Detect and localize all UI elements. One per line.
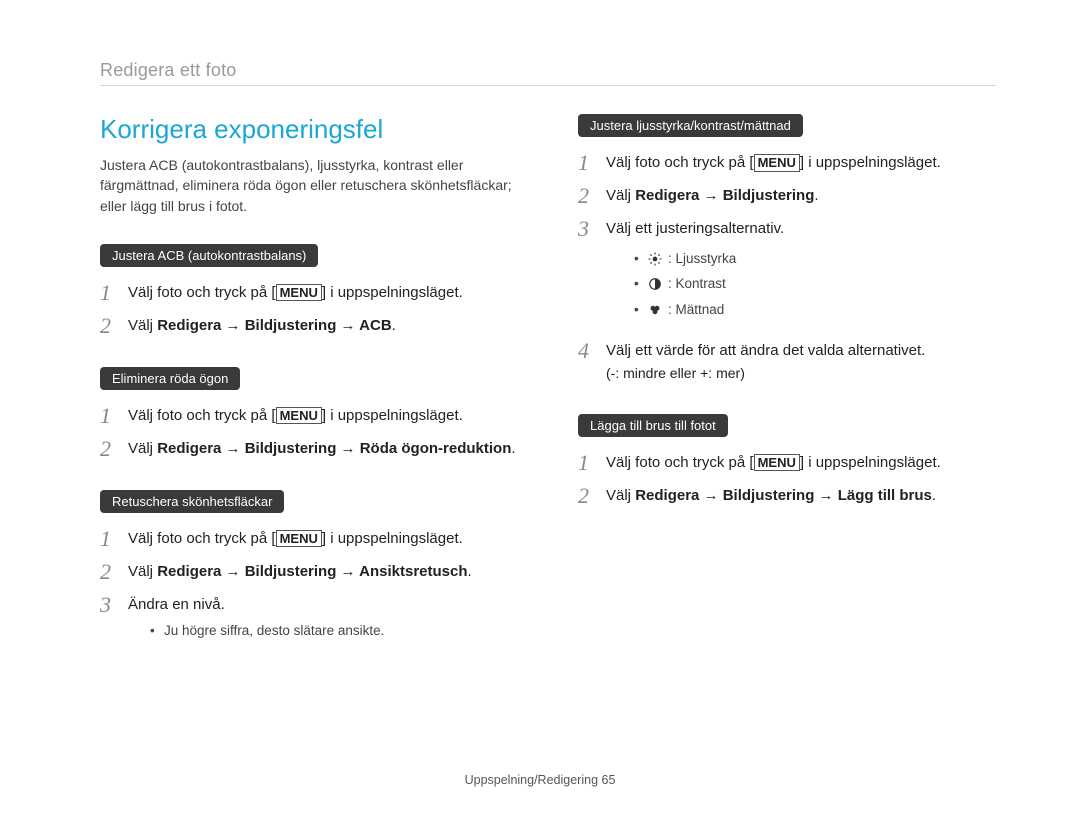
- step-number: 2: [578, 184, 596, 207]
- step-number: 1: [100, 527, 118, 550]
- menu-button-label: MENU: [276, 284, 322, 302]
- menu-button-label: MENU: [754, 454, 800, 472]
- step-text: Välj Redigera → Bildjustering → ACB.: [128, 314, 396, 337]
- steps-adjust: 1 Välj foto och tryck på [MENU] i uppspe…: [578, 151, 996, 384]
- menu-button-label: MENU: [276, 530, 322, 548]
- step-number: 1: [578, 451, 596, 474]
- bullet-contrast: : Kontrast: [634, 271, 784, 297]
- step: 3 Ändra en nivå. Ju högre siffra, desto …: [100, 593, 518, 649]
- breadcrumb: Redigera ett foto: [100, 60, 236, 80]
- two-column-layout: Korrigera exponeringsfel Justera ACB (au…: [100, 114, 996, 659]
- step-subnote: (-: mindre eller +: mer): [606, 363, 925, 383]
- step: 1 Välj foto och tryck på [MENU] i uppspe…: [100, 527, 518, 550]
- step: 1 Välj foto och tryck på [MENU] i uppspe…: [578, 151, 996, 174]
- steps-noise: 1 Välj foto och tryck på [MENU] i uppspe…: [578, 451, 996, 507]
- footer-section: Uppspelning/Redigering: [465, 773, 602, 787]
- step: 2 Välj Redigera → Bildjustering → Röda ö…: [100, 437, 518, 460]
- icon-bullets: : Ljusstyrka : Kontrast: [606, 246, 784, 323]
- page: Redigera ett foto Korrigera exponeringsf…: [0, 0, 1080, 815]
- saturation-icon: [648, 303, 662, 317]
- pill-redeye: Eliminera röda ögon: [100, 367, 240, 390]
- step-text: Välj ett värde för att ändra det valda a…: [606, 339, 925, 384]
- step-text: Välj foto och tryck på [MENU] i uppspeln…: [128, 281, 463, 304]
- step-number: 2: [100, 314, 118, 337]
- step-text: Välj Redigera → Bildjustering → Röda ögo…: [128, 437, 516, 460]
- menu-button-label: MENU: [276, 407, 322, 425]
- step-number: 1: [578, 151, 596, 174]
- step: 2 Välj Redigera → Bildjustering.: [578, 184, 996, 207]
- menu-button-label: MENU: [754, 154, 800, 172]
- bullet-brightness: : Ljusstyrka: [634, 246, 784, 272]
- steps-acb: 1 Välj foto och tryck på [MENU] i uppspe…: [100, 281, 518, 337]
- step: 1 Välj foto och tryck på [MENU] i uppspe…: [100, 404, 518, 427]
- section-intro: Justera ACB (autokontrastbalans), ljusst…: [100, 155, 518, 216]
- sub-bullets: Ju högre siffra, desto slätare ansikte.: [128, 620, 384, 643]
- step-number: 3: [578, 217, 596, 240]
- step-number: 1: [100, 404, 118, 427]
- step: 1 Välj foto och tryck på [MENU] i uppspe…: [100, 281, 518, 304]
- step: 3 Välj ett justeringsalternativ. : Ljuss…: [578, 217, 996, 329]
- pill-noise: Lägga till brus till fotot: [578, 414, 728, 437]
- step-number: 2: [578, 484, 596, 507]
- steps-redeye: 1 Välj foto och tryck på [MENU] i uppspe…: [100, 404, 518, 460]
- step: 2 Välj Redigera → Bildjustering → ACB.: [100, 314, 518, 337]
- step-number: 4: [578, 339, 596, 362]
- section-title: Korrigera exponeringsfel: [100, 114, 518, 145]
- pill-acb: Justera ACB (autokontrastbalans): [100, 244, 318, 267]
- bullet-item: Ju högre siffra, desto slätare ansikte.: [150, 620, 384, 643]
- step-text: Välj Redigera → Bildjustering.: [606, 184, 819, 207]
- step: 2 Välj Redigera → Bildjustering → Lägg t…: [578, 484, 996, 507]
- step: 4 Välj ett värde för att ändra det valda…: [578, 339, 996, 384]
- step-number: 3: [100, 593, 118, 616]
- step-text: Välj ett justeringsalternativ. : Ljussty…: [606, 217, 784, 329]
- step-text: Välj Redigera → Bildjustering → Lägg til…: [606, 484, 936, 507]
- step-text: Välj Redigera → Bildjustering → Ansiktsr…: [128, 560, 472, 583]
- step-number: 2: [100, 437, 118, 460]
- contrast-icon: [648, 277, 662, 291]
- right-column: Justera ljusstyrka/kontrast/mättnad 1 Vä…: [578, 114, 996, 659]
- page-header: Redigera ett foto: [100, 60, 996, 86]
- brightness-icon: [648, 252, 662, 266]
- page-footer: Uppspelning/Redigering 65: [0, 773, 1080, 787]
- step: 1 Välj foto och tryck på [MENU] i uppspe…: [578, 451, 996, 474]
- step-text: Välj foto och tryck på [MENU] i uppspeln…: [606, 151, 941, 174]
- step-text: Välj foto och tryck på [MENU] i uppspeln…: [128, 404, 463, 427]
- bullet-saturation: : Mättnad: [634, 297, 784, 323]
- pill-adjust: Justera ljusstyrka/kontrast/mättnad: [578, 114, 803, 137]
- left-column: Korrigera exponeringsfel Justera ACB (au…: [100, 114, 518, 659]
- page-number: 65: [602, 773, 616, 787]
- steps-retouch: 1 Välj foto och tryck på [MENU] i uppspe…: [100, 527, 518, 649]
- step-number: 1: [100, 281, 118, 304]
- step-text: Välj foto och tryck på [MENU] i uppspeln…: [606, 451, 941, 474]
- pill-retouch: Retuschera skönhetsfläckar: [100, 490, 284, 513]
- step-text: Ändra en nivå. Ju högre siffra, desto sl…: [128, 593, 384, 649]
- step-number: 2: [100, 560, 118, 583]
- step-text: Välj foto och tryck på [MENU] i uppspeln…: [128, 527, 463, 550]
- step: 2 Välj Redigera → Bildjustering → Ansikt…: [100, 560, 518, 583]
